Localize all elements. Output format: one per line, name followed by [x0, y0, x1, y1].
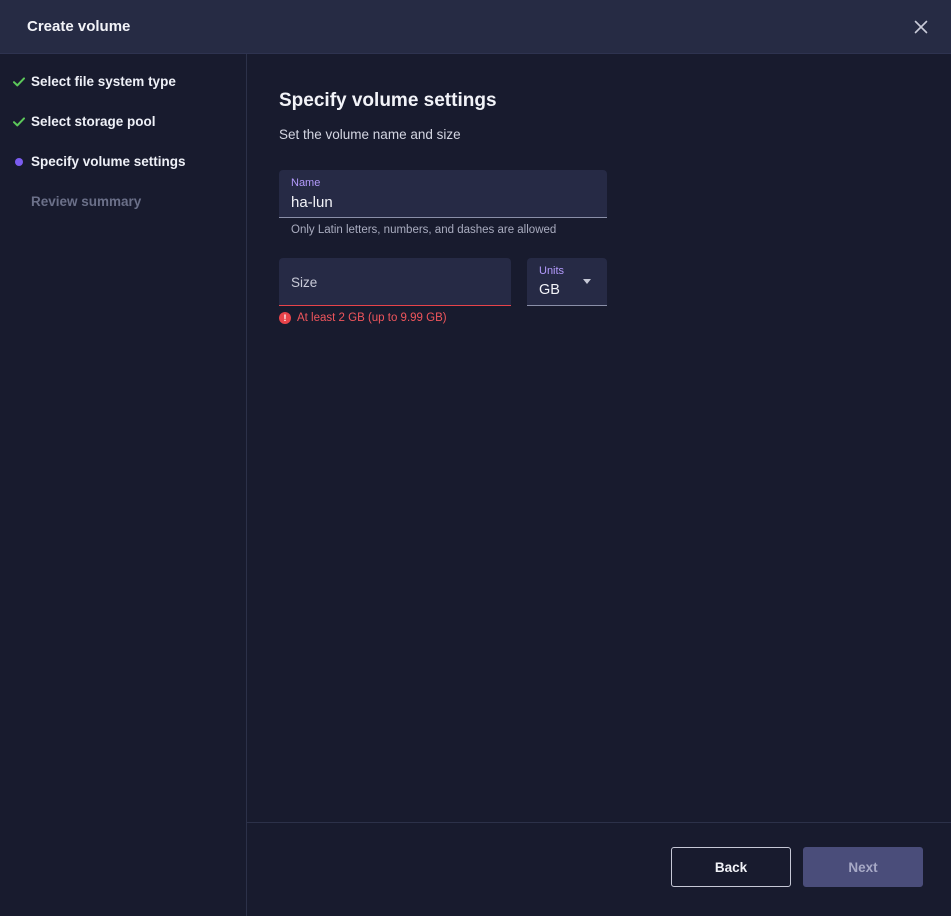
- size-error-message: ! At least 2 GB (up to 9.99 GB): [279, 312, 447, 324]
- units-select[interactable]: Units GB: [527, 258, 607, 306]
- dialog-header: Create volume: [0, 0, 951, 54]
- dot-icon: [13, 156, 25, 168]
- size-error-text: At least 2 GB (up to 9.99 GB): [297, 312, 447, 324]
- step-label: Select file system type: [31, 74, 176, 89]
- main-content: Specify volume settings Set the volume n…: [247, 54, 951, 822]
- next-button[interactable]: Next: [803, 847, 923, 887]
- close-button[interactable]: [911, 17, 931, 37]
- page-subtitle: Set the volume name and size: [279, 127, 461, 142]
- wizard-steps-sidebar: Select file system type Select storage p…: [0, 54, 247, 916]
- caret-down-icon: [583, 279, 591, 284]
- step-label: Select storage pool: [31, 114, 156, 129]
- step-review-summary: Review summary: [0, 191, 246, 213]
- name-field-value: ha-lun: [291, 194, 333, 211]
- check-icon: [13, 76, 25, 88]
- error-icon: !: [279, 312, 291, 324]
- step-select-file-system-type[interactable]: Select file system type: [0, 71, 246, 93]
- close-icon: [914, 20, 928, 33]
- step-specify-volume-settings[interactable]: Specify volume settings: [0, 151, 246, 173]
- step-label: Review summary: [31, 194, 142, 209]
- size-field-placeholder: Size: [291, 275, 318, 290]
- size-field[interactable]: Size: [279, 258, 511, 306]
- create-volume-dialog: Create volume Select file system type Se…: [0, 0, 951, 916]
- name-helper-text: Only Latin letters, numbers, and dashes …: [291, 224, 557, 236]
- name-field-label: Name: [291, 177, 321, 189]
- dialog-footer: Back Next: [247, 822, 951, 916]
- step-select-storage-pool[interactable]: Select storage pool: [0, 111, 246, 133]
- step-label: Specify volume settings: [31, 154, 186, 169]
- name-field[interactable]: Name ha-lun: [279, 170, 607, 218]
- back-button[interactable]: Back: [671, 847, 791, 887]
- dialog-title: Create volume: [27, 18, 131, 35]
- units-select-value: GB: [539, 282, 560, 298]
- units-select-label: Units: [539, 265, 565, 277]
- check-icon: [13, 116, 25, 128]
- page-title: Specify volume settings: [279, 90, 497, 111]
